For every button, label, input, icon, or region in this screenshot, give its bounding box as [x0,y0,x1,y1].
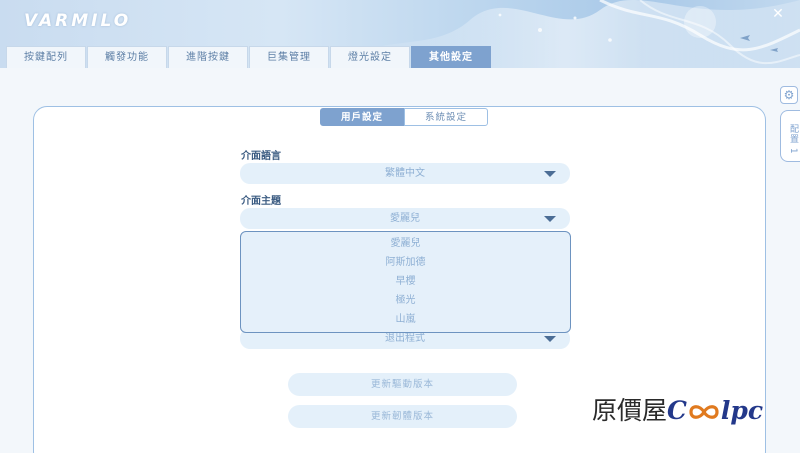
watermark-c: C [667,396,687,425]
subtab-user-settings[interactable]: 用戶設定 [320,108,404,126]
language-select-value: 繁體中文 [385,168,425,179]
infinity-logo-icon [689,405,719,419]
chevron-down-icon [544,216,556,222]
theme-option[interactable]: 山嵐 [241,310,570,329]
theme-option[interactable]: 阿斯加德 [241,253,570,272]
theme-select-value: 愛麗兒 [390,213,420,224]
chevron-down-icon [544,336,556,342]
tab-other-settings[interactable]: 其他設定 [411,46,491,68]
tab-macro[interactable]: 巨集管理 [249,46,329,68]
tab-key-layout[interactable]: 按鍵配列 [6,46,86,68]
tab-advanced-keys[interactable]: 進階按鍵 [168,46,248,68]
theme-label: 介面主題 [241,196,281,207]
update-driver-button[interactable]: 更新驅動版本 [288,373,517,396]
close-icon[interactable]: ✕ [770,6,786,22]
chevron-down-icon [544,171,556,177]
settings-subtabs: 用戶設定 系統設定 [320,108,488,126]
gear-icon[interactable]: ⚙ [780,86,798,104]
tab-lighting[interactable]: 燈光設定 [330,46,410,68]
theme-option[interactable]: 愛麗兒 [241,234,570,253]
exit-behavior-select-value: 退出程式 [385,333,425,344]
language-label: 介面語言 [241,151,281,162]
theme-dropdown-list: 愛麗兒 阿斯加德 早櫻 極光 山嵐 [240,231,571,333]
watermark-rest: lpc [720,396,764,425]
profile-tab[interactable]: 配置 1 [780,110,800,162]
theme-select[interactable]: 愛麗兒 [240,208,570,229]
subtab-system-settings[interactable]: 系統設定 [404,108,488,126]
language-select[interactable]: 繁體中文 [240,163,570,184]
main-tabs: 按鍵配列 觸發功能 進階按鍵 巨集管理 燈光設定 其他設定 [6,46,492,68]
watermark-cjk: 原價屋 [592,396,668,425]
update-firmware-button[interactable]: 更新韌體版本 [288,405,517,428]
app-logo: VARMILO [24,11,132,31]
theme-option[interactable]: 早櫻 [241,272,570,291]
coolpc-watermark: 原價屋C lpc [592,394,763,428]
theme-option[interactable]: 極光 [241,291,570,310]
tab-trigger[interactable]: 觸發功能 [87,46,167,68]
